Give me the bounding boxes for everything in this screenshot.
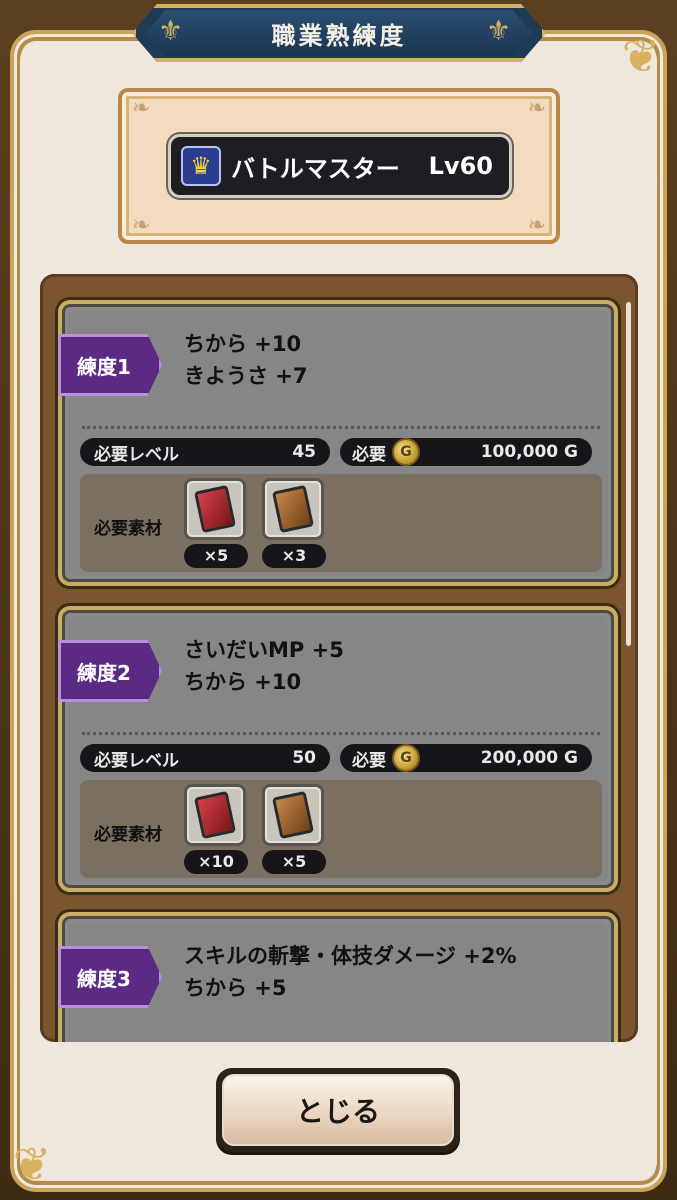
corner-ornament-icon: ❦: [12, 1137, 52, 1191]
required-level: 必要レベル 45: [80, 438, 330, 466]
material-count: ×5: [262, 850, 326, 874]
effect-line: ちから +10: [184, 670, 302, 694]
material-tile: [262, 478, 324, 540]
material-item[interactable]: ×5: [184, 478, 248, 568]
close-button-label: とじる: [295, 1095, 380, 1128]
plate-ornament-icon: ❧: [132, 213, 151, 238]
corner-ornament-icon: ❦: [621, 29, 661, 83]
material-count: ×5: [184, 544, 248, 568]
proficiency-list[interactable]: 練度1 ちから +10 きようさ +7 必要レベル 45 必要 G 100,00…: [40, 274, 638, 1042]
required-level-value: 50: [292, 748, 316, 768]
tag-label: 練度1: [77, 354, 131, 379]
job-name: バトルマスター: [231, 154, 400, 183]
fleur-de-lis-icon: ⚜: [486, 14, 512, 47]
red-card-icon: [194, 790, 236, 840]
title-banner-inner: 職業熟練度: [146, 10, 532, 56]
effect-line: ちから +5: [184, 976, 287, 1000]
material-count: ×3: [262, 544, 326, 568]
material-count: ×10: [184, 850, 248, 874]
required-gold-value: 200,000 G: [480, 748, 578, 768]
material-tile: [184, 478, 246, 540]
material-tile: [184, 784, 246, 846]
close-button[interactable]: とじる: [216, 1068, 460, 1152]
job-level: Lv60: [428, 152, 493, 180]
fleur-de-lis-icon: ⚜: [158, 14, 184, 47]
effect-line: さいだいMP +5: [184, 638, 344, 662]
materials-label: 必要素材: [94, 825, 162, 845]
gold-coin-icon: G: [392, 438, 420, 466]
materials-box: 必要素材 ×10 ×5: [80, 780, 602, 878]
plate-ornament-icon: ❧: [132, 96, 151, 121]
required-level: 必要レベル 50: [80, 744, 330, 772]
material-tile: [262, 784, 324, 846]
required-gold: 必要 G 100,000 G: [340, 438, 592, 466]
effect-line: ちから +10: [184, 332, 302, 356]
gold-coin-icon: G: [392, 744, 420, 772]
effect-line: きようさ +7: [184, 364, 308, 388]
scrollbar[interactable]: [626, 302, 631, 646]
required-gold-label: 必要: [352, 444, 386, 465]
materials-label: 必要素材: [94, 519, 162, 539]
page-title: 職業熟練度: [271, 21, 407, 50]
job-bar: ♛ バトルマスター Lv60: [168, 134, 512, 198]
proficiency-card-3: 練度3 スキルの斬撃・体技ダメージ +2% ちから +5: [58, 912, 618, 1042]
close-button-face: とじる: [222, 1074, 454, 1146]
materials-box: 必要素材 ×5 ×3: [80, 474, 602, 572]
plate-ornament-icon: ❧: [527, 96, 546, 121]
proficiency-card-2: 練度2 さいだいMP +5 ちから +10 必要レベル 50 必要 G 200,…: [58, 606, 618, 892]
red-card-icon: [194, 484, 236, 534]
required-gold-label: 必要: [352, 750, 386, 771]
divider: [82, 732, 600, 735]
plate-ornament-icon: ❧: [527, 213, 546, 238]
tag-label: 練度3: [77, 966, 131, 991]
material-item[interactable]: ×3: [262, 478, 326, 568]
material-item[interactable]: ×10: [184, 784, 248, 874]
job-crest-icon: ♛: [181, 146, 221, 186]
material-item[interactable]: ×5: [262, 784, 326, 874]
effect-line: スキルの斬撃・体技ダメージ +2%: [184, 944, 517, 968]
proficiency-tag-3: 練度3: [58, 946, 162, 1008]
required-gold-value: 100,000 G: [480, 442, 578, 462]
tag-label: 練度2: [77, 660, 131, 685]
brown-card-icon: [272, 790, 314, 840]
required-level-label: 必要レベル: [94, 444, 179, 465]
proficiency-tag-2: 練度2: [58, 640, 162, 702]
brown-card-icon: [272, 484, 314, 534]
proficiency-tag-1: 練度1: [58, 334, 162, 396]
proficiency-card-1: 練度1 ちから +10 きようさ +7 必要レベル 45 必要 G 100,00…: [58, 300, 618, 586]
required-gold: 必要 G 200,000 G: [340, 744, 592, 772]
required-level-value: 45: [292, 442, 316, 462]
divider: [82, 426, 600, 429]
required-level-label: 必要レベル: [94, 750, 179, 771]
